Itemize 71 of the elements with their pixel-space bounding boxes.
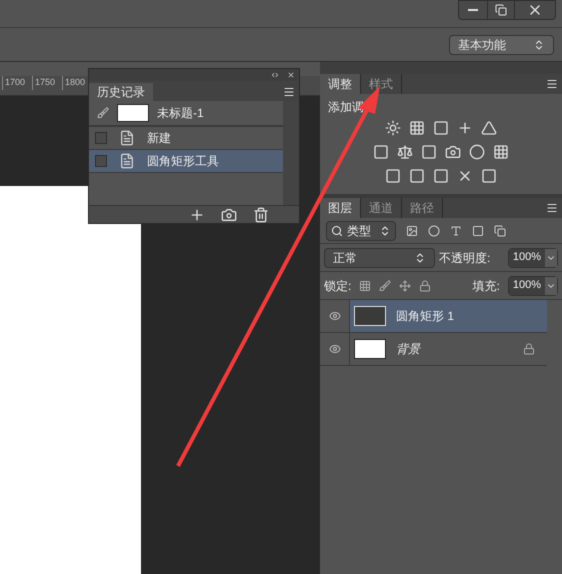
dropdown-icon[interactable]: [545, 276, 557, 294]
layer-thumbnail: [354, 306, 386, 326]
opacity-field[interactable]: 100%: [508, 248, 558, 268]
updown-icon: [533, 38, 545, 50]
fill-label: 填充:: [472, 278, 500, 294]
history-label: 新建: [147, 130, 171, 147]
brush-icon: [97, 107, 109, 119]
filter-icon[interactable]: [472, 224, 484, 236]
adjustment-icon[interactable]: [445, 144, 461, 160]
filter-icon[interactable]: [450, 224, 462, 236]
snapshot-thumbnail: [117, 104, 149, 122]
adjustment-icon[interactable]: [457, 120, 473, 136]
opacity-label: 不透明度:: [439, 250, 490, 266]
blend-mode-dropdown[interactable]: 正常: [324, 248, 435, 268]
checkbox[interactable]: [95, 155, 107, 167]
layer-name: 圆角矩形 1: [396, 308, 454, 325]
filter-icon[interactable]: [494, 224, 506, 236]
ruler-label: 1750: [32, 76, 62, 90]
visibility-icon[interactable]: [328, 310, 340, 322]
minimize-icon: [468, 9, 478, 11]
ruler-label: 1700: [2, 76, 32, 90]
panel-menu-icon[interactable]: [283, 86, 295, 98]
adjustment-icon[interactable]: [385, 168, 401, 184]
new-document-icon[interactable]: [189, 206, 205, 222]
panel-tab[interactable]: 历史记录: [89, 83, 153, 101]
lock-label: 锁定:: [324, 278, 352, 294]
updown-icon: [414, 252, 426, 264]
lock-icon[interactable]: [419, 280, 432, 292]
filter-icon[interactable]: [406, 224, 418, 236]
move-icon[interactable]: [399, 280, 412, 292]
panel-menu-icon[interactable]: [546, 78, 558, 90]
adjustment-icon[interactable]: [469, 144, 485, 160]
adjustment-icon[interactable]: [433, 120, 449, 136]
adjustment-icon[interactable]: [397, 144, 413, 160]
adjustment-icon[interactable]: [409, 168, 425, 184]
visibility-icon[interactable]: [328, 343, 340, 355]
restore-icon: [495, 4, 507, 16]
dropdown-icon[interactable]: [545, 248, 557, 266]
restore-button[interactable]: [487, 1, 515, 19]
adjustment-icon[interactable]: [433, 168, 449, 184]
updown-icon: [379, 224, 391, 236]
panel-tab[interactable]: 调整: [320, 74, 361, 94]
adjustment-icon[interactable]: [481, 168, 497, 184]
brush-icon[interactable]: [379, 280, 392, 292]
panel-tab[interactable]: 图层: [320, 198, 361, 218]
workspace-dropdown[interactable]: 基本功能: [449, 34, 554, 54]
checkbox[interactable]: [95, 132, 107, 144]
document-icon: [119, 153, 135, 169]
trash-icon[interactable]: [253, 206, 269, 222]
adjustment-icon[interactable]: [373, 144, 389, 160]
search-icon: [331, 224, 343, 236]
snapshot-name: 未标题-1: [157, 105, 204, 122]
adjustment-icon[interactable]: [385, 120, 401, 136]
close-icon[interactable]: [287, 71, 295, 79]
filter-icon[interactable]: [428, 224, 440, 236]
layer-thumbnail: [354, 339, 386, 359]
history-item[interactable]: 圆角矩形工具: [89, 150, 283, 173]
camera-icon[interactable]: [221, 206, 237, 222]
adjustment-icon[interactable]: [409, 120, 425, 136]
lock-pixels-icon[interactable]: [359, 280, 372, 292]
layer-name: 背景: [396, 341, 420, 358]
layer-row[interactable]: 圆角矩形 1: [350, 300, 547, 332]
panel-menu-icon[interactable]: [546, 202, 558, 214]
history-label: 圆角矩形工具: [147, 153, 219, 170]
filter-dropdown[interactable]: 类型: [326, 220, 396, 240]
adjustment-icon[interactable]: [493, 144, 509, 160]
collapse-icon[interactable]: [271, 71, 279, 79]
adjustment-icon[interactable]: [481, 120, 497, 136]
fill-field[interactable]: 100%: [508, 276, 558, 296]
document-icon: [119, 130, 135, 146]
adjustment-icon[interactable]: [421, 144, 437, 160]
